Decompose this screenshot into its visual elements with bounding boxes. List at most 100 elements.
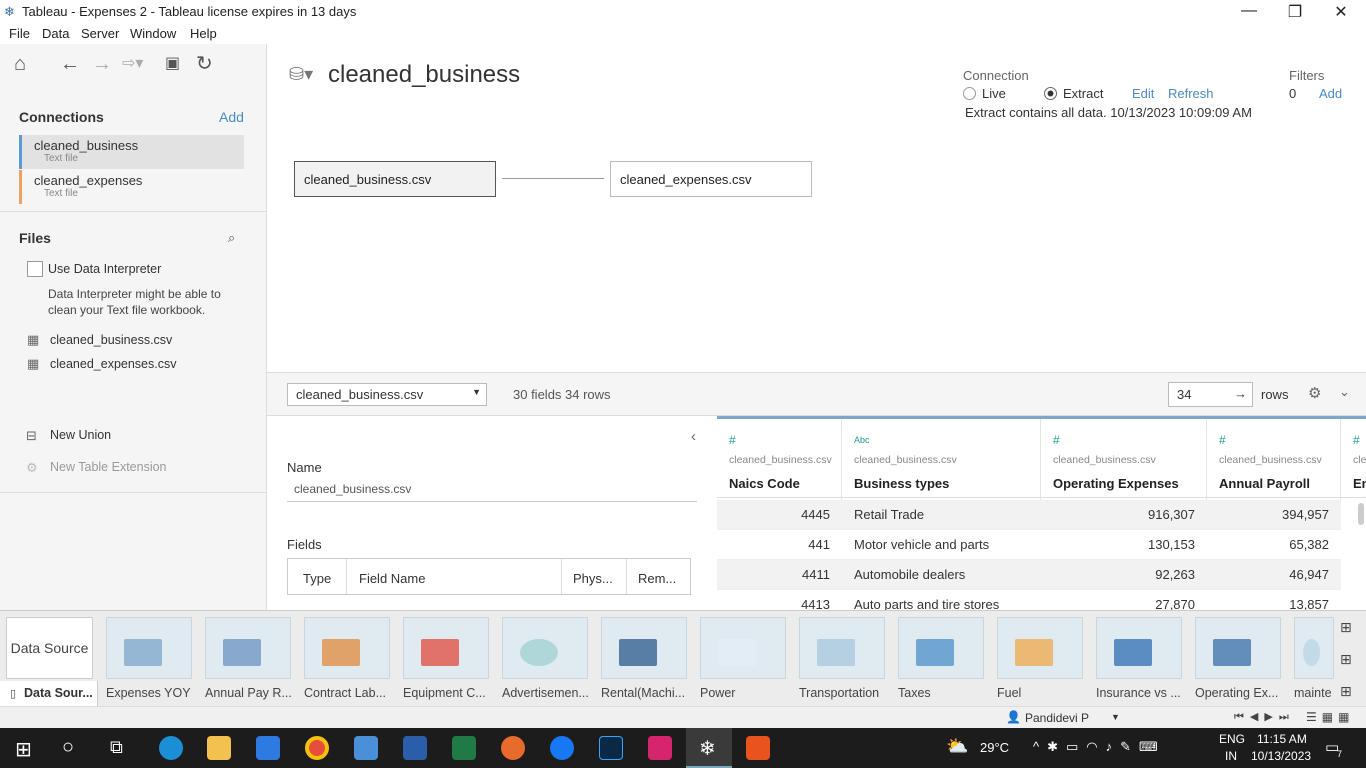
- sheet-tab-label[interactable]: mainte: [1294, 686, 1334, 700]
- table-cell[interactable]: Retail Trade: [854, 500, 924, 530]
- column-header[interactable]: Annual Payroll: [1219, 476, 1310, 491]
- lang-primary[interactable]: ENG: [1219, 732, 1245, 746]
- sheet-tab-label[interactable]: Operating Ex...: [1195, 686, 1287, 700]
- sheet-thumbnail[interactable]: [799, 617, 885, 679]
- column-header[interactable]: Business types: [854, 476, 949, 491]
- sheet-tab-label[interactable]: Rental(Machi...: [601, 686, 693, 700]
- table-cell[interactable]: 65,382: [1207, 530, 1329, 560]
- table-cell[interactable]: 92,263: [1041, 560, 1195, 590]
- column-header[interactable]: En: [1353, 476, 1366, 491]
- sheet-thumbnail[interactable]: [1195, 617, 1281, 679]
- edge-icon[interactable]: [159, 736, 183, 760]
- live-radio[interactable]: [963, 87, 976, 100]
- sheet-tab-label[interactable]: Insurance vs ...: [1096, 686, 1188, 700]
- sheet-tab-label[interactable]: Annual Pay R...: [205, 686, 297, 700]
- column-header[interactable]: Naics Code: [729, 476, 800, 491]
- table-cell[interactable]: 13,857: [1207, 590, 1329, 610]
- clock-date[interactable]: 10/13/2023: [1251, 749, 1311, 763]
- file-item-business[interactable]: cleaned_business.csv: [50, 333, 172, 347]
- arrow-right-icon[interactable]: →: [1234, 386, 1247, 401]
- number-type-icon[interactable]: #: [1353, 433, 1360, 447]
- new-story-icon[interactable]: ⊞: [1340, 683, 1352, 700]
- canvas-table-business[interactable]: cleaned_business.csv: [294, 161, 496, 197]
- chevron-down-icon[interactable]: ⌄: [1339, 384, 1350, 400]
- sheet-tab-label[interactable]: Advertisemen...: [502, 686, 594, 700]
- mail-icon[interactable]: [354, 736, 378, 760]
- relationship-line[interactable]: [502, 178, 604, 179]
- file-explorer-icon[interactable]: [207, 736, 231, 760]
- menu-server[interactable]: Server: [81, 26, 119, 41]
- app-icon[interactable]: [746, 736, 770, 760]
- col-field-name[interactable]: Field Name: [359, 571, 425, 586]
- table-cell[interactable]: Motor vehicle and parts: [854, 530, 989, 560]
- chrome-icon[interactable]: [305, 736, 329, 760]
- file-item-expenses[interactable]: cleaned_expenses.csv: [50, 357, 176, 371]
- connection-item-business[interactable]: cleaned_business Text file: [19, 135, 244, 169]
- back-icon[interactable]: ←: [60, 54, 80, 74]
- sheet-tab-label[interactable]: Power: [700, 686, 792, 700]
- table-cell[interactable]: 916,307: [1041, 500, 1195, 530]
- col-type[interactable]: Type: [303, 571, 331, 586]
- new-table-extension-item[interactable]: New Table Extension: [50, 460, 167, 474]
- user-name[interactable]: Pandidevi P: [1025, 711, 1089, 725]
- home-icon[interactable]: ⌂: [14, 54, 26, 74]
- new-worksheet-icon[interactable]: ⊞: [1340, 619, 1352, 636]
- sheet-thumbnail[interactable]: [304, 617, 390, 679]
- chevron-down-icon[interactable]: ▼: [1111, 712, 1120, 722]
- datasource-icon[interactable]: ⛁▾: [289, 64, 313, 85]
- edit-link[interactable]: Edit: [1132, 86, 1154, 101]
- store-icon[interactable]: [256, 736, 280, 760]
- number-type-icon[interactable]: #: [729, 433, 736, 447]
- name-input[interactable]: cleaned_business.csv: [287, 482, 697, 502]
- sheet-thumbnail[interactable]: [403, 617, 489, 679]
- refresh-icon[interactable]: ↻: [196, 54, 213, 74]
- table-cell[interactable]: Automobile dealers: [854, 560, 965, 590]
- sheet-tab-label[interactable]: Transportation: [799, 686, 891, 700]
- sheet-thumbnail[interactable]: [700, 617, 786, 679]
- sheet-tab-label[interactable]: Fuel: [997, 686, 1089, 700]
- table-cell[interactable]: 394,957: [1207, 500, 1329, 530]
- sheet-thumbnail[interactable]: [106, 617, 192, 679]
- new-union-item[interactable]: New Union: [50, 428, 111, 442]
- facebook-icon[interactable]: [550, 736, 574, 760]
- task-view-icon[interactable]: ⧉: [110, 737, 123, 758]
- sheet-thumbnail[interactable]: [898, 617, 984, 679]
- table-cell[interactable]: 4445: [717, 500, 830, 530]
- table-cell[interactable]: 4411: [717, 560, 830, 590]
- maximize-button[interactable]: ❐: [1272, 2, 1318, 22]
- table-cell[interactable]: 46,947: [1207, 560, 1329, 590]
- search-icon[interactable]: ⌕: [228, 230, 235, 246]
- interpreter-checkbox[interactable]: [27, 261, 43, 277]
- tab-data-source[interactable]: Data Sour...: [24, 686, 93, 700]
- menu-help[interactable]: Help: [190, 26, 217, 41]
- new-dashboard-icon[interactable]: ⊞: [1340, 651, 1352, 668]
- collapse-icon[interactable]: ‹: [691, 428, 696, 445]
- connection-item-expenses[interactable]: cleaned_expenses Text file: [19, 170, 244, 204]
- col-physical[interactable]: Phys...: [573, 571, 613, 586]
- col-remote[interactable]: Rem...: [638, 571, 676, 586]
- lang-secondary[interactable]: IN: [1225, 749, 1237, 763]
- tray-icons[interactable]: ^✱▭◠♪✎⌨: [1033, 739, 1166, 755]
- sheet-nav-icons[interactable]: ⏮◀▶⏭: [1234, 710, 1295, 724]
- table-cell[interactable]: 130,153: [1041, 530, 1195, 560]
- tableau-taskbar-button[interactable]: ❄: [686, 728, 732, 768]
- column-header[interactable]: Operating Expenses: [1053, 476, 1179, 491]
- redo-icon[interactable]: ⇨▾: [122, 54, 143, 74]
- table-select[interactable]: cleaned_business.csv ▼: [287, 383, 487, 406]
- vertical-scrollbar[interactable]: [1358, 503, 1364, 525]
- view-mode-icons[interactable]: ☰▦▦: [1306, 710, 1354, 724]
- forward-icon[interactable]: →: [92, 54, 112, 74]
- sheet-thumbnail[interactable]: [601, 617, 687, 679]
- add-connection-link[interactable]: Add: [219, 109, 244, 125]
- data-source-thumbnail[interactable]: Data Source: [6, 617, 93, 679]
- sheet-tab-label[interactable]: Expenses YOY: [106, 686, 198, 700]
- sheet-tab-label[interactable]: Contract Lab...: [304, 686, 396, 700]
- sheet-thumbnail[interactable]: [205, 617, 291, 679]
- menu-file[interactable]: File: [9, 26, 30, 41]
- table-cell[interactable]: Auto parts and tire stores: [854, 590, 999, 610]
- sheet-thumbnail[interactable]: [1294, 617, 1334, 679]
- windows-start-icon[interactable]: ⊞: [15, 737, 32, 762]
- close-button[interactable]: ✕: [1318, 2, 1364, 22]
- sheet-tab-label[interactable]: Equipment C...: [403, 686, 495, 700]
- sheet-thumbnail[interactable]: [1096, 617, 1182, 679]
